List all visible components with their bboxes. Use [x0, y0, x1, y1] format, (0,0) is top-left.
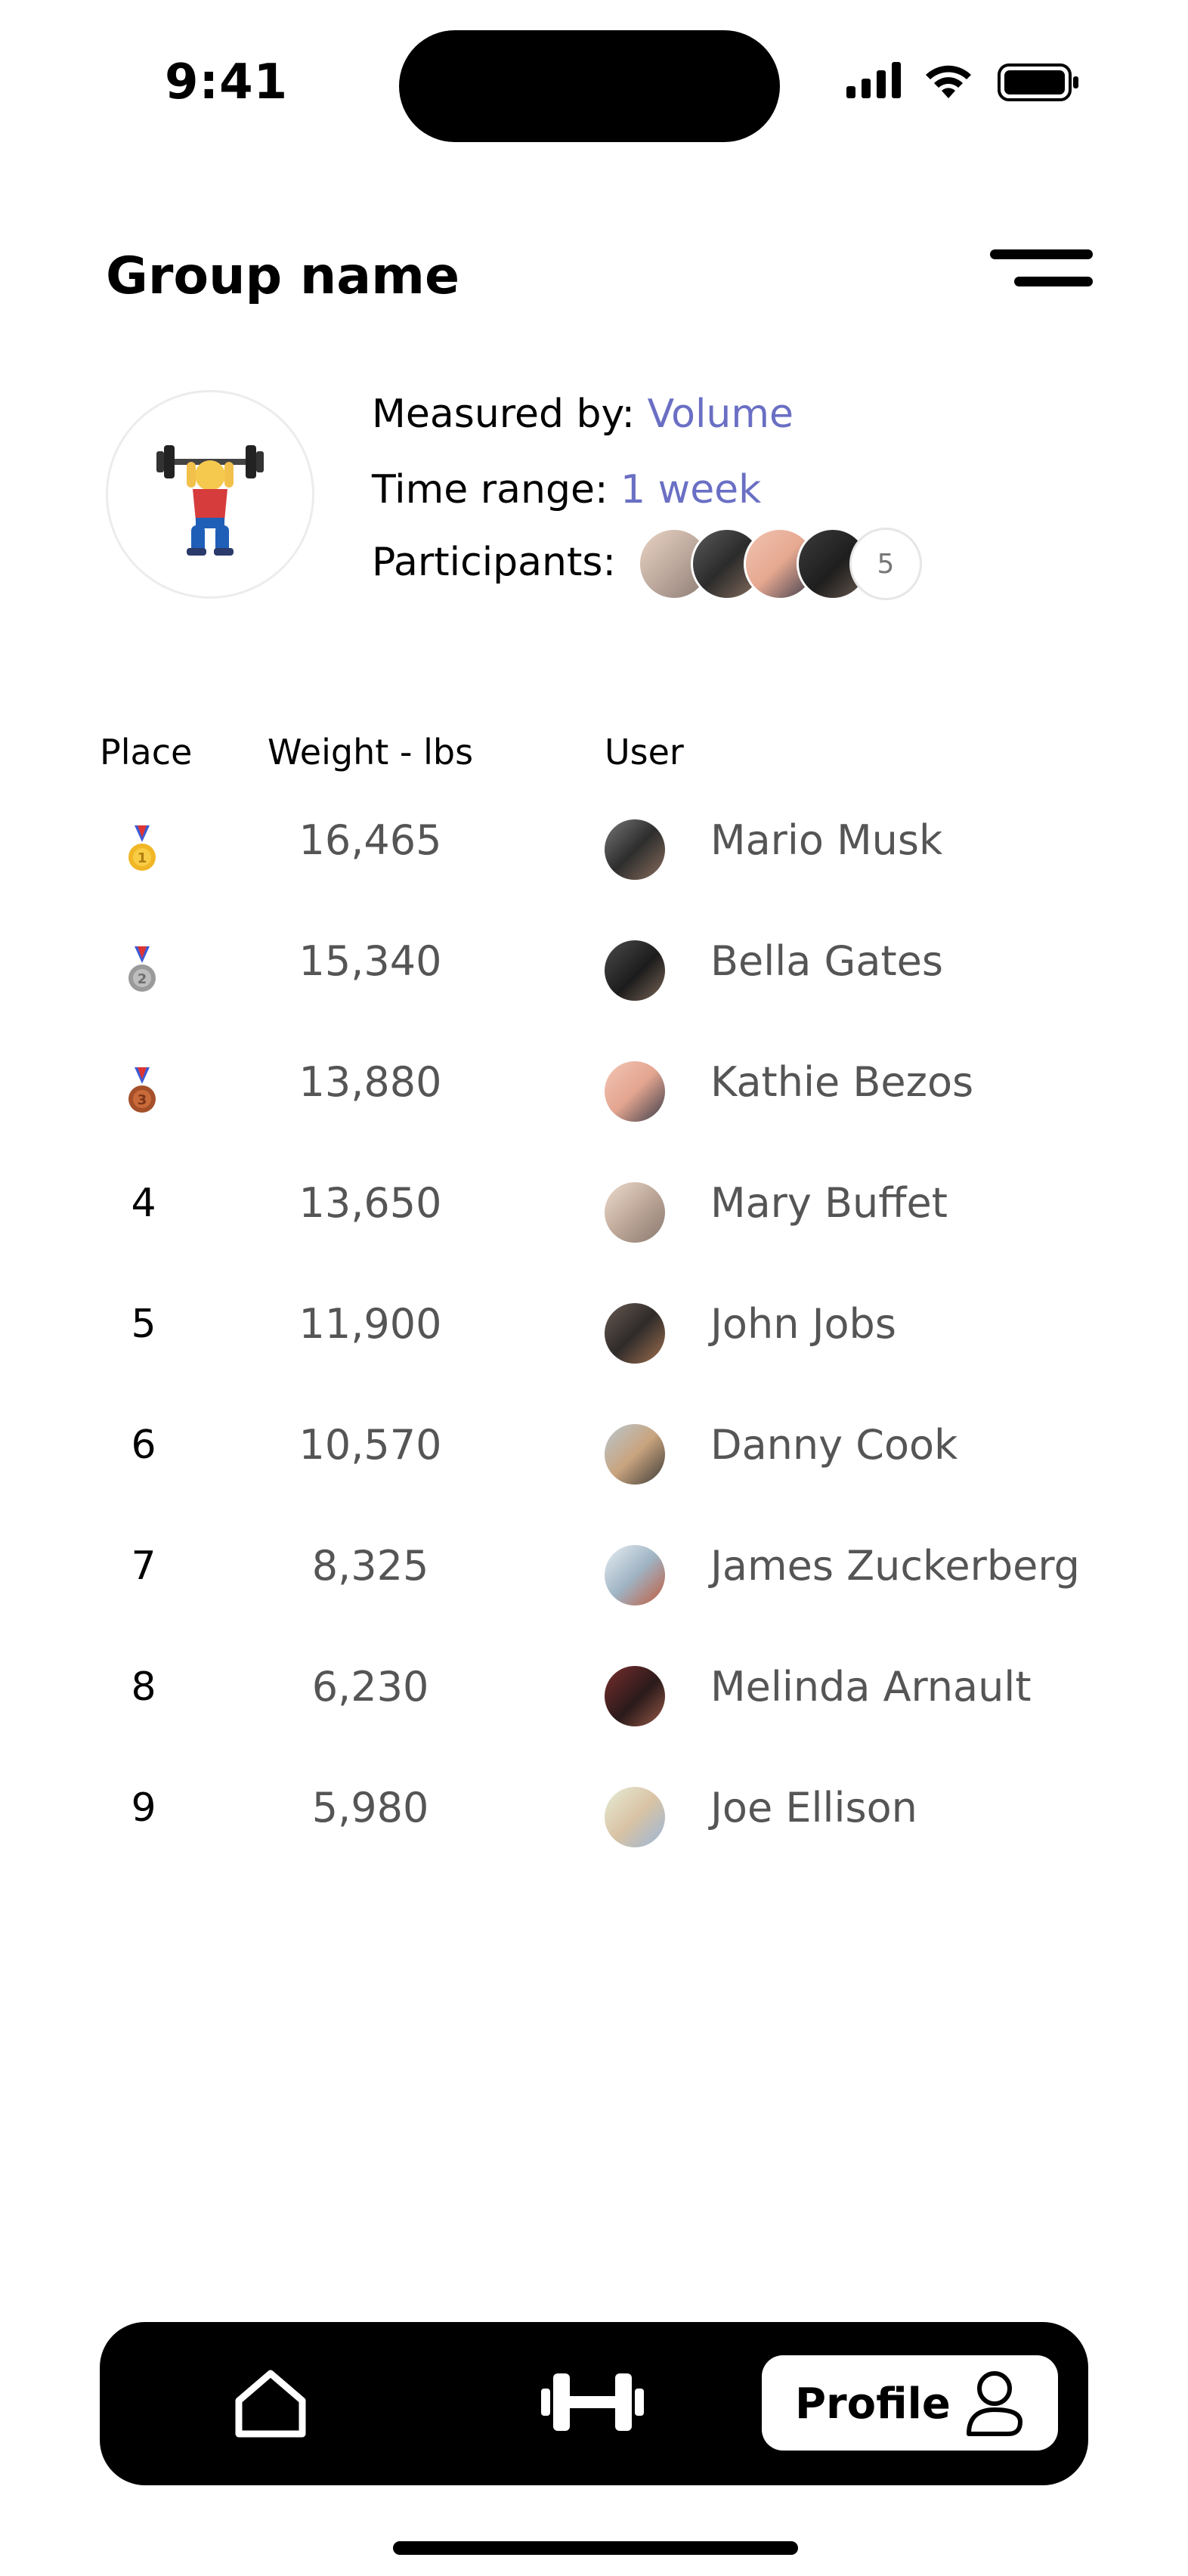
svg-text:1: 1: [138, 850, 147, 866]
profile-tab-button[interactable]: Profile: [762, 2355, 1058, 2451]
row-place: 9: [131, 1785, 156, 1831]
row-weight: 11,900: [299, 1300, 442, 1348]
menu-line-icon: [1014, 277, 1093, 286]
cellular-signal-icon: [846, 62, 901, 98]
menu-button[interactable]: [990, 242, 1093, 296]
bottom-nav: Profile: [100, 2322, 1088, 2485]
table-row[interactable]: 3 13,880 Kathie Bezos: [0, 1037, 1188, 1128]
row-place: 5: [131, 1302, 156, 1347]
table-row[interactable]: 7 8,325 James Zuckerberg: [0, 1521, 1188, 1612]
time-range-value[interactable]: 1 week: [620, 467, 761, 512]
row-place: 6: [131, 1423, 156, 1468]
silver-medal-icon: 2: [128, 946, 156, 992]
participants-avatars[interactable]: 5: [638, 528, 925, 603]
participants-more-count: 5: [849, 528, 922, 600]
row-weight: 6,230: [311, 1663, 429, 1711]
row-place: 8: [131, 1664, 156, 1710]
home-icon[interactable]: [233, 2367, 308, 2440]
bronze-medal-icon: 3: [128, 1067, 156, 1113]
user-avatar: [605, 819, 665, 880]
measured-by-line: Measured by: Volume: [372, 392, 794, 437]
row-user-name: Danny Cook: [710, 1421, 958, 1469]
user-avatar: [605, 1666, 665, 1726]
measured-by-label: Measured by:: [372, 392, 648, 437]
home-indicator: [393, 2541, 798, 2555]
dynamic-island: [399, 30, 780, 142]
row-place: 4: [131, 1181, 156, 1226]
weightlifter-icon: [156, 445, 264, 556]
row-user-name: Kathie Bezos: [710, 1058, 974, 1106]
user-avatar: [605, 940, 665, 1001]
page-title: Group name: [106, 246, 460, 306]
profile-tab-label: Profile: [795, 2379, 951, 2429]
wifi-icon: [926, 65, 971, 98]
user-avatar: [605, 1545, 665, 1605]
user-avatar: [605, 1787, 665, 1847]
time-range-line: Time range: 1 week: [372, 467, 761, 512]
column-header-weight: Weight - lbs: [268, 732, 474, 772]
table-row[interactable]: 6 10,570 Danny Cook: [0, 1400, 1188, 1491]
row-weight: 16,465: [299, 816, 442, 864]
table-row[interactable]: 8 6,230 Melinda Arnault: [0, 1642, 1188, 1732]
battery-icon: [998, 63, 1078, 101]
user-avatar: [605, 1303, 665, 1364]
menu-line-icon: [990, 249, 1093, 259]
status-time: 9:41: [165, 54, 289, 110]
row-weight: 5,980: [311, 1784, 429, 1831]
participants-label: Participants:: [372, 540, 616, 585]
gold-medal-icon: 1: [128, 825, 156, 871]
table-row[interactable]: 1 16,465 Mario Musk: [0, 795, 1188, 886]
row-user-name: Melinda Arnault: [710, 1663, 1032, 1711]
row-user-name: Joe Ellison: [710, 1784, 917, 1831]
table-row[interactable]: 9 5,980 Joe Ellison: [0, 1763, 1188, 1853]
table-row[interactable]: 4 13,650 Mary Buffet: [0, 1158, 1188, 1249]
user-icon: [967, 2371, 1022, 2436]
row-user-name: Mario Musk: [710, 816, 943, 864]
svg-text:2: 2: [138, 971, 147, 987]
time-range-label: Time range:: [372, 467, 621, 512]
row-weight: 13,880: [299, 1058, 442, 1106]
user-avatar: [605, 1061, 665, 1122]
row-weight: 10,570: [299, 1421, 442, 1469]
measured-by-value[interactable]: Volume: [648, 392, 794, 437]
row-user-name: John Jobs: [710, 1300, 896, 1348]
table-row[interactable]: 2 15,340 Bella Gates: [0, 916, 1188, 1007]
user-avatar: [605, 1424, 665, 1485]
row-weight: 13,650: [299, 1179, 442, 1227]
dumbbell-icon[interactable]: [541, 2370, 644, 2434]
row-user-name: Bella Gates: [710, 937, 943, 985]
row-place: 7: [131, 1543, 156, 1589]
user-avatar: [605, 1182, 665, 1243]
svg-text:3: 3: [138, 1092, 147, 1108]
column-header-user: User: [605, 732, 684, 772]
row-user-name: James Zuckerberg: [710, 1542, 1080, 1590]
group-avatar: [106, 390, 314, 599]
row-weight: 15,340: [299, 937, 442, 985]
table-row[interactable]: 5 11,900 John Jobs: [0, 1279, 1188, 1370]
row-user-name: Mary Buffet: [710, 1179, 948, 1227]
column-header-place: Place: [100, 732, 193, 772]
row-weight: 8,325: [311, 1542, 429, 1590]
